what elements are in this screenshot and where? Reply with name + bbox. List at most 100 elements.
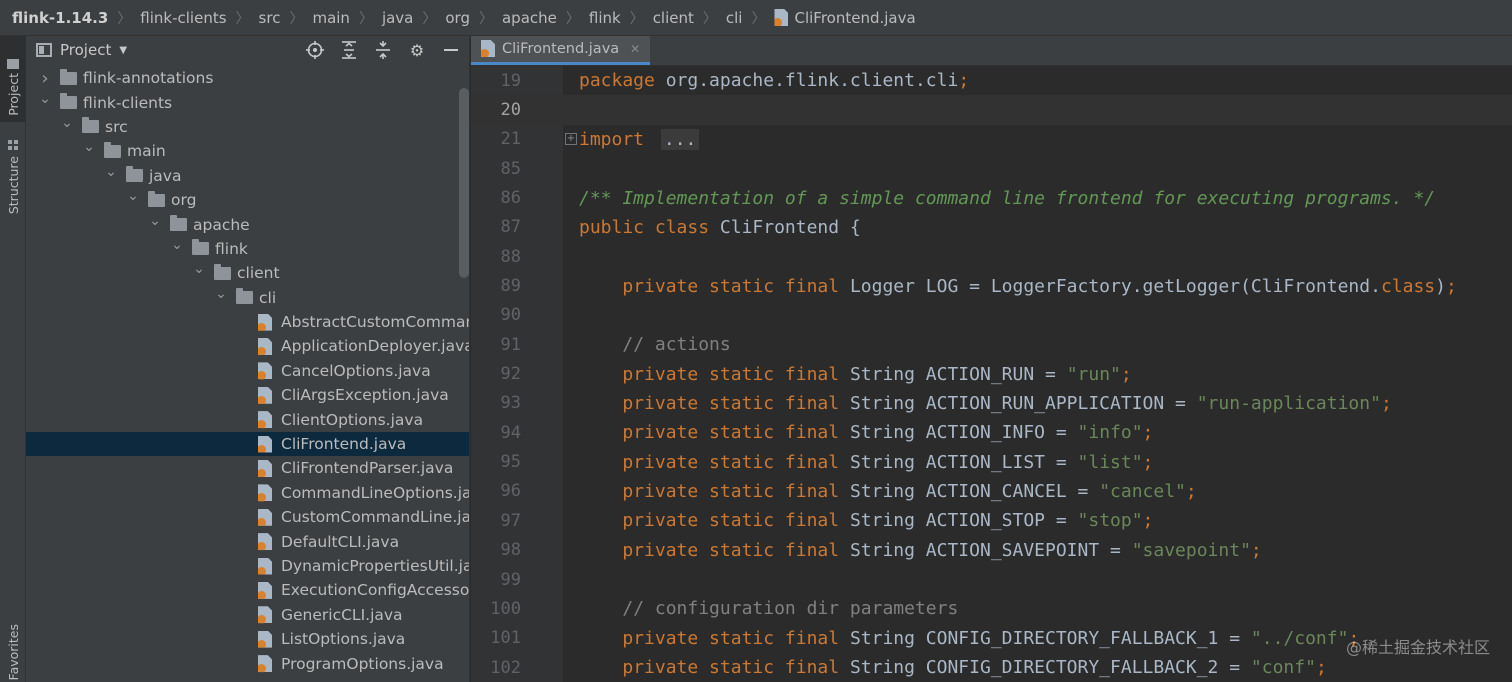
tree-file[interactable]: CliFrontend.java [26, 431, 469, 457]
breadcrumb-item[interactable]: java [382, 9, 413, 27]
locate-target-icon[interactable] [305, 40, 325, 60]
code-text: private static final String ACTION_RUN =… [579, 363, 1131, 385]
breadcrumb-item-file[interactable]: CliFrontend.java [774, 9, 916, 27]
code-area[interactable]: 19 package org.apache.flink.client.cli; 20… [471, 66, 1512, 682]
collapse-all-icon[interactable] [373, 40, 393, 60]
code-line[interactable]: 86 /** Implementation of a simple command… [471, 183, 1512, 212]
minimize-icon[interactable] [441, 40, 461, 60]
chevron-down-icon[interactable]: ⌄ [192, 261, 206, 277]
breadcrumb-item[interactable]: flink-1.14.3 [12, 9, 108, 27]
code-line[interactable]: 96 private static final String ACTION_CA… [471, 477, 1512, 506]
tree-file[interactable]: AbstractCustomComman [26, 310, 469, 334]
tree-folder[interactable]: ⌄ cli [26, 286, 469, 310]
project-scrollbar[interactable] [459, 88, 469, 278]
tree-item-label: src [105, 117, 128, 136]
code-line[interactable]: 87 public class CliFrontend { [471, 213, 1512, 242]
breadcrumb-item[interactable]: flink-clients [140, 9, 226, 27]
tab-clifrontend[interactable]: CliFrontend.java ✕ [471, 36, 651, 65]
code-line[interactable]: 90 [471, 301, 1512, 330]
tree-file[interactable]: ApplicationDeployer.java [26, 334, 469, 358]
project-view-selector[interactable]: Project [60, 41, 111, 59]
code-line[interactable]: 95 private static final String ACTION_LI… [471, 447, 1512, 476]
code-line[interactable]: 93 private static final String ACTION_RU… [471, 389, 1512, 418]
project-tree[interactable]: › flink-annotations ⌄ flink-clients ⌄ src ⌄ mai… [26, 66, 469, 676]
breadcrumb-item[interactable]: main [312, 9, 349, 27]
chevron-down-icon[interactable]: ⌄ [104, 164, 118, 180]
chevron-right-icon[interactable]: › [38, 68, 52, 89]
tree-file[interactable]: CustomCommandLine.jav [26, 505, 469, 529]
favorites-tool-tab[interactable]: Favorites [0, 618, 26, 680]
code-text: // configuration dir parameters [579, 598, 958, 619]
code-line[interactable]: 91 // actions [471, 330, 1512, 359]
folder-icon [192, 239, 209, 256]
tree-folder[interactable]: › flink-annotations [26, 66, 469, 90]
tree-file[interactable]: ListOptions.java [26, 627, 469, 651]
tree-folder[interactable]: ⌄ client [26, 261, 469, 285]
breadcrumb-item[interactable]: apache [502, 9, 557, 27]
code-line[interactable]: 98 private static final String ACTION_SA… [471, 536, 1512, 565]
code-line[interactable]: 21 + import ... [471, 125, 1512, 154]
tree-folder[interactable]: ⌄ flink [26, 237, 469, 261]
chevron-down-icon[interactable]: ⌄ [148, 213, 162, 229]
code-token: "run" [1066, 363, 1121, 385]
tree-file[interactable]: GenericCLI.java [26, 603, 469, 627]
tree-item-label: java [149, 166, 182, 185]
gear-icon[interactable]: ⚙ [407, 40, 427, 60]
code-line[interactable]: 100 // configuration dir parameters [471, 594, 1512, 623]
breadcrumb-item[interactable]: org [445, 9, 470, 27]
structure-tool-tab[interactable]: Structure [0, 130, 26, 214]
tree-folder[interactable]: ⌄ main [26, 139, 469, 163]
folded-imports[interactable]: ... [660, 128, 700, 150]
code-line[interactable]: 20 [471, 95, 1512, 125]
fold-expand-icon[interactable]: + [565, 133, 577, 146]
folder-icon [236, 288, 253, 305]
code-line[interactable]: 88 [471, 242, 1512, 271]
tree-folder[interactable]: ⌄ apache [26, 212, 469, 236]
folder-icon [60, 68, 77, 85]
close-icon[interactable]: ✕ [630, 42, 640, 56]
code-token: private static final [622, 627, 850, 649]
code-line[interactable]: 97 private static final String ACTION_ST… [471, 506, 1512, 535]
code-line[interactable]: 89 private static final Logger LOG = Log… [471, 271, 1512, 300]
tree-file[interactable]: CommandLineOptions.ja [26, 481, 469, 505]
breadcrumb-item[interactable]: client [653, 9, 694, 27]
code-token: "run-application" [1196, 392, 1381, 414]
chevron-down-icon[interactable]: ⌄ [60, 115, 74, 131]
code-line[interactable]: 94 private static final String ACTION_IN… [471, 418, 1512, 447]
code-token: /** Implementation of a simple command l… [579, 187, 1436, 209]
chevron-down-icon[interactable]: ⌄ [126, 188, 140, 204]
code-line[interactable]: 99 [471, 565, 1512, 594]
tree-file[interactable]: ClientOptions.java [26, 407, 469, 431]
chevron-down-icon[interactable]: ⌄ [214, 286, 228, 302]
breadcrumb-item[interactable]: flink [589, 9, 621, 27]
tree-file[interactable]: CancelOptions.java [26, 359, 469, 383]
tree-folder[interactable]: ⌄ flink-clients [26, 90, 469, 114]
line-number: 102 [490, 657, 521, 678]
tree-file[interactable]: CliFrontendParser.java [26, 456, 469, 480]
code-line[interactable]: 19 package org.apache.flink.client.cli; [471, 66, 1512, 95]
chevron-down-icon[interactable]: ▼ [119, 45, 127, 56]
code-line[interactable]: 85 [471, 154, 1512, 183]
code-token: "info" [1077, 422, 1143, 444]
tree-folder[interactable]: ⌄ org [26, 188, 469, 212]
chevron-down-icon[interactable]: ⌄ [38, 91, 52, 107]
editor[interactable]: CliFrontend.java ✕ 19 package org.apache.… [471, 36, 1512, 682]
code-line[interactable]: 92 private static final String ACTION_RU… [471, 359, 1512, 388]
expand-all-icon[interactable] [339, 40, 359, 60]
tree-file[interactable]: DynamicPropertiesUtil.jav [26, 554, 469, 578]
tree-file[interactable]: DefaultCLI.java [26, 529, 469, 553]
chevron-down-icon[interactable]: ⌄ [170, 237, 184, 253]
breadcrumb-item[interactable]: src [259, 9, 281, 27]
project-tool-tab[interactable]: Project [0, 36, 26, 122]
chevron-down-icon[interactable]: ⌄ [82, 139, 96, 155]
breadcrumb-item[interactable]: cli [726, 9, 743, 27]
tree-file[interactable]: CliArgsException.java [26, 383, 469, 407]
tree-folder[interactable]: ⌄ src [26, 115, 469, 139]
tree-file[interactable]: ExecutionConfigAccesso [26, 578, 469, 602]
tree-item-label: client [237, 264, 280, 283]
tree-folder[interactable]: ⌄ java [26, 164, 469, 188]
tree-file[interactable]: ProgramOptions.java [26, 651, 469, 675]
